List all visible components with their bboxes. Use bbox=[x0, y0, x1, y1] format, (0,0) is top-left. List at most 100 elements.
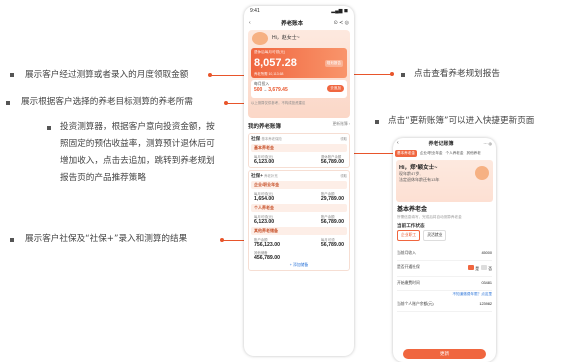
tab-personal-pension[interactable]: 个人养老金 bbox=[446, 151, 464, 156]
field-value[interactable]: 03481 bbox=[481, 281, 492, 286]
update-ledger-link[interactable]: 更新账簿 › bbox=[332, 122, 350, 130]
social-title: 社保 bbox=[251, 136, 261, 141]
annotation-bullet bbox=[6, 101, 10, 105]
num-value: 6,123.00 bbox=[254, 219, 275, 225]
form-row-start-date[interactable]: 开始缴费时间 03481 bbox=[397, 277, 492, 291]
tab-annuity[interactable]: 企业/职业年金 bbox=[420, 151, 443, 156]
ledger-title: 我的养老账簿 bbox=[248, 124, 282, 130]
field-label: 是否开通社保 bbox=[397, 265, 420, 269]
num-value: 756,123.00 bbox=[254, 242, 280, 248]
hero-panel: Hi，赵女士~ 退休后每月可领(元) 8,057.28 规划报告 养老所需 10… bbox=[248, 30, 350, 118]
retirement-need: 养老所需 10,113.68 bbox=[254, 72, 284, 76]
form-row-social-security: 是否开通社保 是 否 bbox=[397, 261, 492, 277]
num-value: 6,123.00 bbox=[254, 159, 275, 165]
toggle-no-label: 否 bbox=[488, 267, 492, 271]
add-reserve-link[interactable]: + 添加储备 bbox=[251, 261, 347, 268]
disclaimer-tip: 以上测算仅供参考，不构成投资建议 bbox=[251, 101, 306, 105]
card-caption: 退休后每月可领(元) bbox=[254, 50, 286, 54]
status-time: 9:41 bbox=[250, 8, 260, 14]
nav-bar: ‹ 养老记账簿 ⋯ ◎ bbox=[393, 138, 496, 148]
annotation-connector bbox=[352, 74, 392, 75]
update-button[interactable]: 更新 bbox=[403, 349, 486, 359]
other-reserve-pill[interactable]: 其他养老储备 bbox=[251, 227, 347, 235]
social-plus-action[interactable]: 领取 bbox=[340, 173, 347, 179]
annotation-connector-dot bbox=[224, 101, 228, 105]
phone-ledger-home: 9:41 ▂▄▆ ◼ ‹ 养老账本 ⊙ ≺ ◎ Hi，赵女士~ 退休后每月可领(… bbox=[244, 6, 354, 356]
form-row-account-balance[interactable]: 当前个人账户余额(元) 123982 bbox=[397, 298, 492, 312]
avatar bbox=[475, 166, 489, 180]
help-link[interactable]: 不知道缴费年限？点这里 bbox=[397, 291, 492, 298]
social-subtitle: 基本养老保险 bbox=[261, 137, 282, 141]
ledger-header: 我的养老账簿 更新账簿 › bbox=[244, 119, 354, 131]
annotation-monthly-amount: 展示客户经过测算或者录入的月度领取金额 bbox=[25, 70, 189, 80]
field-label: 当前月收入 bbox=[397, 251, 416, 255]
annotation-connector-dot bbox=[390, 72, 394, 76]
field-label: 当前个人账户余额(元) bbox=[397, 302, 434, 306]
annotation-connector-dot bbox=[220, 238, 224, 242]
basic-pension-pill[interactable]: 基本养老金 bbox=[251, 144, 347, 152]
field-label: 开始缴费时间 bbox=[397, 281, 420, 285]
calc-value[interactable]: 500 bbox=[254, 87, 262, 93]
more-share-icon[interactable]: ⊙ ≺ ◎ bbox=[333, 20, 349, 26]
page-title: 养老记账簿 bbox=[428, 140, 454, 147]
annotation-invest-calc-2: 照固定的预估收益率，测算预计退休后可 bbox=[60, 139, 215, 149]
annuity-pill[interactable]: 企业/职业年金 bbox=[251, 181, 347, 189]
annotation-update-ledger: 点击“更新账簿”可以进入快捷更新页面 bbox=[388, 116, 535, 126]
annotation-invest-calc-1: 投资测算器，根据客户意向投资金额，按 bbox=[60, 122, 215, 132]
work-status-label: 当前工作状态 bbox=[397, 223, 425, 228]
investment-calculator: 每月投入 500 → 3,679.45 去追加 bbox=[251, 80, 347, 98]
section-subtitle: 所需信息填写，完成后将自动测算养老金 bbox=[397, 215, 462, 219]
phone-ledger-update: ‹ 养老记账簿 ⋯ ◎ 基本养老金 企业/职业年金 个人养老金 其他养老 Hi，… bbox=[393, 138, 496, 362]
toggle-yes[interactable] bbox=[468, 265, 475, 270]
back-icon[interactable]: ‹ bbox=[249, 20, 251, 26]
personal-pension-pill[interactable]: 个人养老金 bbox=[251, 204, 347, 212]
num-value: 456,789.00 bbox=[254, 255, 280, 261]
page-title: 养老账本 bbox=[281, 21, 304, 27]
annotation-bullet bbox=[47, 126, 51, 130]
toggle-yes-label: 是 bbox=[475, 267, 480, 271]
status-signal: ▂▄▆ ◼ bbox=[331, 8, 348, 14]
annotation-bullet bbox=[10, 238, 14, 242]
ledger-tabs: 基本养老金 企业/职业年金 个人养老金 其他养老 bbox=[393, 148, 496, 158]
section-title: 基本养老金 bbox=[397, 207, 428, 213]
annotation-bullet bbox=[10, 73, 14, 77]
form-row-monthly-income[interactable]: 当前月收入 45000 bbox=[397, 247, 492, 261]
annotation-social-security: 展示客户社保及“社保+”录入和测算的结果 bbox=[25, 234, 188, 244]
toggle-no[interactable] bbox=[481, 265, 488, 270]
back-icon[interactable]: ‹ bbox=[397, 140, 399, 146]
social-plus-title: 社保+ bbox=[251, 173, 263, 178]
nav-bar: ‹ 养老账本 ⊙ ≺ ◎ bbox=[244, 17, 354, 29]
option-enterprise-staff[interactable]: 企业职工 bbox=[397, 230, 421, 241]
social-plus-subtitle: 养老补充 bbox=[264, 174, 278, 178]
social-plus-box: 社保+ 养老补充 领取 企业/职业年金 每月可领(元) 1,654.00 账户余额… bbox=[248, 170, 350, 271]
avatar bbox=[252, 32, 268, 45]
calc-result: 3,679.45 bbox=[268, 87, 288, 93]
tab-other[interactable]: 其他养老 bbox=[467, 151, 481, 156]
annotation-invest-calc-3: 增加收入，点击去追加，跳转到养老规划 bbox=[60, 156, 215, 166]
num-value: 1,654.00 bbox=[254, 196, 275, 202]
annotation-connector-dot bbox=[208, 73, 212, 77]
calc-label: 每月投入 bbox=[254, 82, 270, 86]
status-bar: 9:41 ▂▄▆ ◼ bbox=[244, 6, 354, 17]
annotation-bullet bbox=[401, 73, 405, 77]
social-security-box: 社保 基本养老保险 领取 基本养老金 每月可领(元) 6,123.00 退休账户余… bbox=[248, 133, 350, 168]
add-investment-button[interactable]: 去追加 bbox=[327, 85, 344, 92]
field-value[interactable]: 123982 bbox=[479, 302, 492, 307]
annotation-invest-calc-4: 报告页的产品推荐策略 bbox=[60, 173, 146, 183]
social-action[interactable]: 领取 bbox=[340, 136, 347, 142]
annotation-retirement-need: 展示根据客户选择的养老目标测算的养老所需 bbox=[21, 97, 193, 107]
user-hero: Hi，郑*颖女士~ 现年龄47岁, 法定退休年龄还有13年 bbox=[396, 160, 493, 202]
num-value: 56,789.00 bbox=[320, 159, 344, 165]
monthly-pension-card[interactable]: 退休后每月可领(元) 8,057.28 规划报告 养老所需 10,113.68 bbox=[251, 48, 347, 78]
num-value: 56,789.00 bbox=[320, 219, 344, 225]
work-status-options: 企业职工 灵活就业 bbox=[397, 230, 492, 241]
annotation-view-report: 点击查看养老规划报告 bbox=[414, 69, 500, 79]
tab-basic-pension[interactable]: 基本养老金 bbox=[395, 149, 417, 157]
num-value: 56,789.00 bbox=[320, 242, 344, 248]
report-tag[interactable]: 规划报告 bbox=[324, 60, 343, 67]
num-value: 29,789.00 bbox=[320, 196, 344, 202]
annotation-bullet bbox=[375, 120, 379, 124]
more-icon[interactable]: ⋯ ◎ bbox=[483, 141, 492, 146]
option-flexible-employment[interactable]: 灵活就业 bbox=[423, 230, 447, 241]
field-value[interactable]: 45000 bbox=[481, 251, 492, 256]
